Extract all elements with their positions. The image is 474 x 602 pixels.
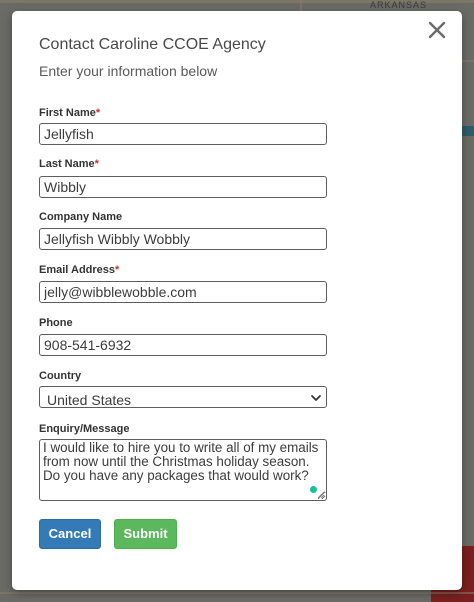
phone-label-text: Phone: [39, 317, 73, 329]
phone-input[interactable]: [39, 334, 327, 356]
first-name-label: First Name*: [39, 107, 100, 119]
map-water: [462, 126, 474, 136]
close-button[interactable]: [425, 18, 449, 42]
required-marker: *: [95, 107, 101, 119]
company-name-input[interactable]: [39, 228, 327, 250]
cancel-button[interactable]: Cancel: [39, 519, 101, 549]
map-road: [462, 60, 474, 62]
email-input[interactable]: [39, 281, 327, 303]
grammar-checker-icon[interactable]: [310, 486, 317, 493]
required-marker: *: [94, 158, 99, 170]
modal-subtitle: Enter your information below: [39, 63, 218, 79]
phone-label: Phone: [39, 317, 73, 329]
country-select-value: United States: [47, 392, 132, 408]
last-name-label: Last Name*: [39, 158, 99, 170]
email-label: Email Address*: [39, 264, 119, 276]
country-label-text: Country: [39, 370, 82, 382]
submit-button[interactable]: Submit: [114, 519, 177, 549]
message-label-text: Enquiry/Message: [39, 423, 130, 435]
email-label-text: Email Address: [39, 264, 116, 276]
chevron-down-icon: [311, 395, 321, 401]
first-name-label-text: First Name: [39, 107, 96, 119]
country-select[interactable]: United States: [39, 386, 327, 408]
message-textarea[interactable]: I would like to hire you to write all of…: [39, 439, 327, 501]
modal-title: Contact Caroline CCOE Agency: [39, 36, 266, 53]
last-name-label-text: Last Name: [39, 158, 95, 170]
contact-modal: Contact Caroline CCOE Agency Enter your …: [12, 11, 462, 590]
last-name-input[interactable]: [39, 176, 327, 198]
map-label: ARKANSAS: [370, 0, 428, 10]
company-name-label: Company Name: [39, 211, 122, 223]
map-road: [300, 0, 302, 11]
map-road: [0, 592, 474, 594]
country-label: Country: [39, 370, 81, 382]
company-name-label-text: Company Name: [39, 211, 123, 223]
first-name-input[interactable]: [39, 123, 327, 145]
required-marker: *: [115, 264, 120, 276]
message-label: Enquiry/Message: [39, 423, 129, 435]
close-icon: [428, 21, 446, 39]
resize-handle-icon[interactable]: [317, 491, 325, 499]
